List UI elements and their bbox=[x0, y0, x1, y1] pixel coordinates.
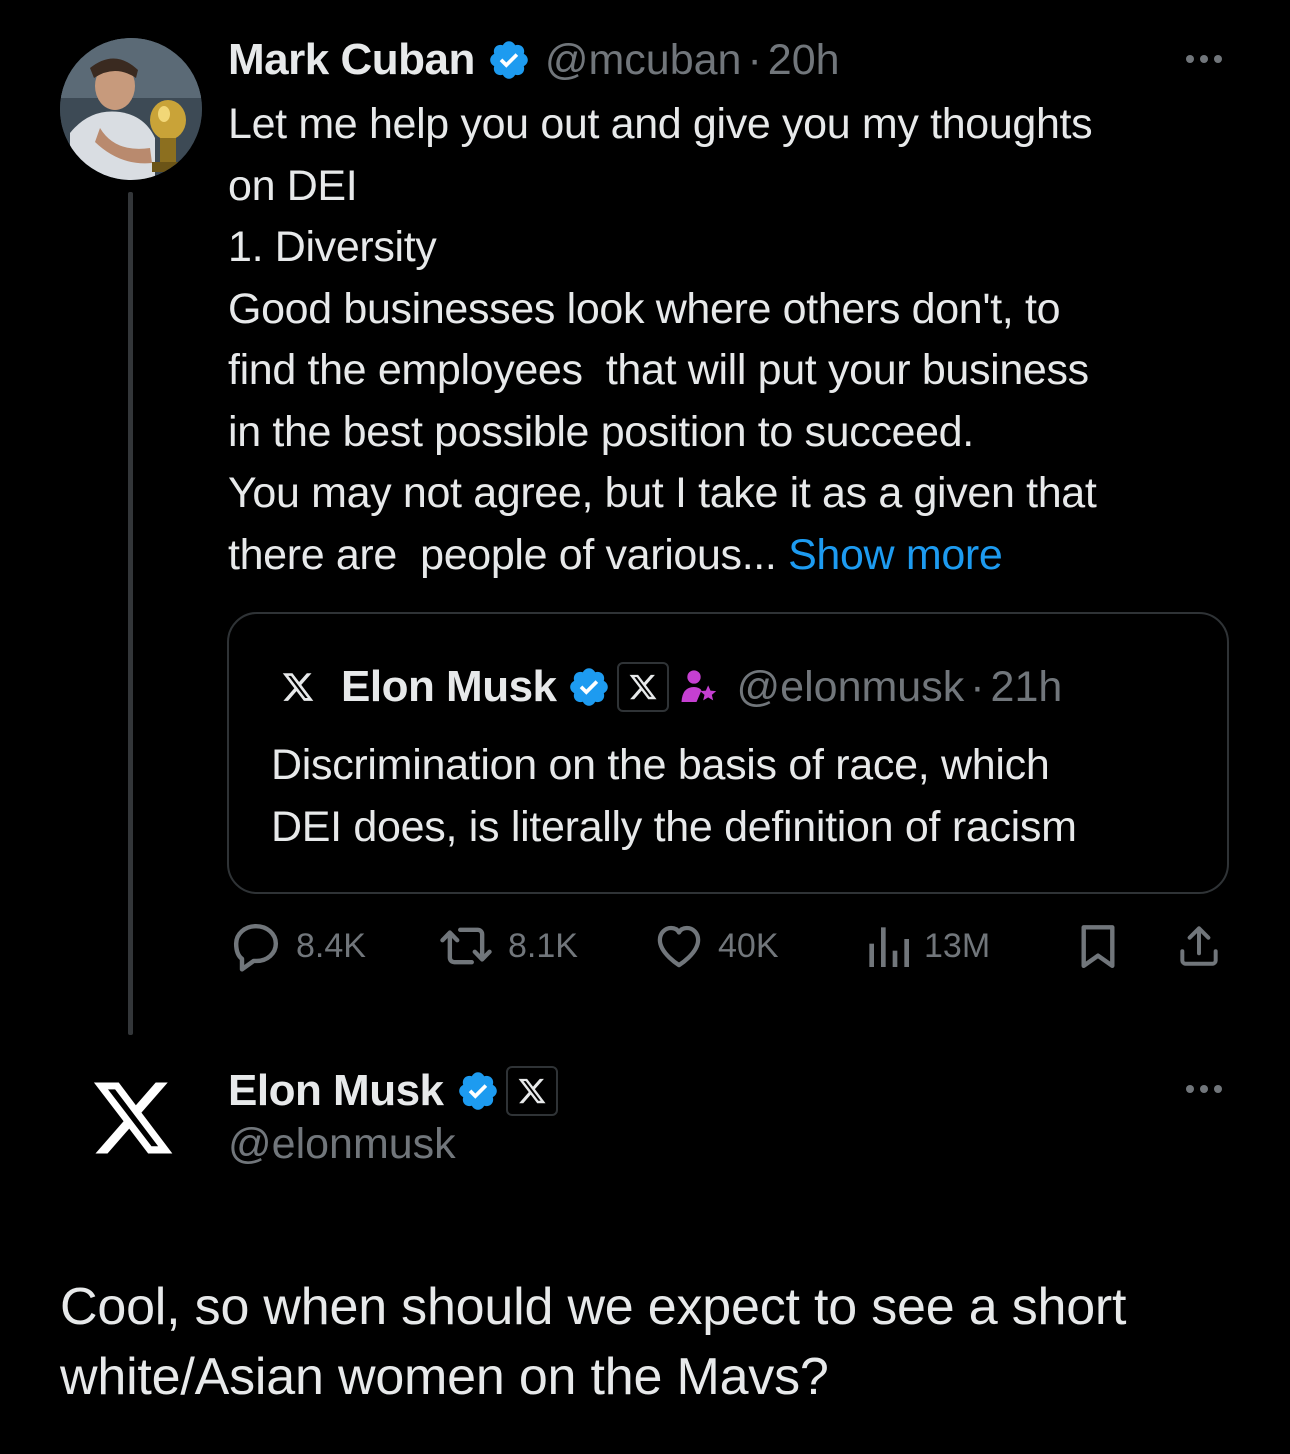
verified-badge-icon[interactable] bbox=[567, 665, 611, 709]
show-more-link[interactable]: Show more bbox=[788, 531, 1003, 579]
tweet-text-line-last: there are people of various... Show more bbox=[228, 525, 1238, 587]
quoted-tweet-text: Discrimination on the basis of race, whi… bbox=[271, 734, 1211, 858]
quoted-tweet-timestamp[interactable]: 21h bbox=[991, 663, 1063, 712]
person-star-icon[interactable] bbox=[679, 667, 719, 707]
avatar-mark-cuban[interactable] bbox=[60, 38, 202, 180]
author-name[interactable]: Mark Cuban bbox=[228, 35, 475, 85]
tweet-text-line: on DEI bbox=[228, 161, 358, 210]
quoted-author-handle[interactable]: @elonmusk bbox=[737, 663, 965, 712]
tweet-text: Let me help you out and give you my thou… bbox=[228, 94, 1238, 586]
quoted-text-line: DEI does, is literally the definition of… bbox=[271, 803, 1077, 851]
x-logo-icon bbox=[282, 673, 314, 701]
reply-text-line: Cool, so when should we expect to see a … bbox=[60, 1278, 1127, 1336]
speech-bubble-icon bbox=[233, 923, 279, 972]
avatar-x-logo[interactable] bbox=[88, 1078, 178, 1158]
share-upload-icon bbox=[1180, 926, 1218, 966]
tweet-text-line: You may not agree, but I take it as a gi… bbox=[228, 469, 1097, 517]
tweet-thread-screen: Mark Cuban @mcuban · 20h Let me help you… bbox=[0, 0, 1290, 1454]
bookmark-button[interactable] bbox=[1076, 918, 1120, 974]
reply-author-name[interactable]: Elon Musk bbox=[228, 1066, 444, 1116]
avatar-photo bbox=[60, 38, 202, 180]
verified-badge-icon[interactable] bbox=[487, 38, 531, 82]
tweet-header: Mark Cuban @mcuban · 20h bbox=[228, 30, 840, 90]
x-affiliate-badge[interactable] bbox=[505, 1066, 558, 1116]
share-button[interactable] bbox=[1174, 918, 1224, 974]
meta-separator: · bbox=[747, 35, 762, 84]
tweet-text-tail: there are people of various... bbox=[228, 530, 789, 579]
views-button[interactable]: 13M bbox=[864, 918, 990, 974]
quoted-tweet-header: Elon Musk @elonmusk · 21h bbox=[281, 658, 1062, 716]
more-options-icon[interactable] bbox=[1182, 44, 1226, 74]
author-handle[interactable]: @mcuban bbox=[545, 36, 742, 85]
repost-button[interactable]: 8.1K bbox=[436, 918, 578, 974]
reply-author-handle[interactable]: @elonmusk bbox=[228, 1120, 456, 1169]
view-count: 13M bbox=[924, 926, 991, 965]
heart-icon bbox=[657, 925, 701, 968]
x-logo-icon bbox=[518, 1078, 546, 1104]
reply-count: 8.4K bbox=[296, 926, 366, 965]
more-options-icon[interactable] bbox=[1182, 1074, 1226, 1104]
quoted-text-line: Discrimination on the basis of race, whi… bbox=[271, 741, 1050, 789]
quoted-author-name[interactable]: Elon Musk bbox=[341, 662, 557, 712]
reply-button[interactable]: 8.4K bbox=[228, 918, 366, 974]
verified-badge-icon[interactable] bbox=[456, 1069, 500, 1113]
bar-chart-icon bbox=[869, 927, 909, 967]
x-logo-icon bbox=[629, 674, 657, 700]
bookmark-icon bbox=[1081, 925, 1115, 969]
meta-separator: · bbox=[970, 662, 985, 711]
quoted-tweet-card[interactable]: Elon Musk @elonmusk · 21h Discrimination… bbox=[227, 612, 1229, 894]
tweet-action-bar: 8.4K 8.1K 40K 13M bbox=[228, 918, 1228, 974]
x-affiliate-badge[interactable] bbox=[616, 662, 669, 712]
like-button[interactable]: 40K bbox=[652, 918, 779, 974]
tweet-text-line: in the best possible position to succeed… bbox=[228, 407, 974, 456]
reply-text-line: white/Asian women on the Mavs? bbox=[60, 1348, 829, 1406]
reply-header: Elon Musk bbox=[228, 1060, 558, 1122]
thread-connector-line bbox=[128, 192, 133, 1035]
tweet-text-line: 1. Diversity bbox=[228, 223, 437, 271]
tweet-text-line: Good businesses look where others don't,… bbox=[228, 284, 1061, 333]
repost-count: 8.1K bbox=[508, 926, 578, 965]
tweet-text-line: Let me help you out and give you my thou… bbox=[228, 100, 1093, 148]
x-logo-icon bbox=[93, 1082, 173, 1154]
tweet-timestamp[interactable]: 20h bbox=[768, 36, 840, 85]
reply-tweet-text: Cool, so when should we expect to see a … bbox=[60, 1272, 1240, 1412]
repost-icon bbox=[440, 927, 492, 965]
like-count: 40K bbox=[718, 926, 779, 965]
tweet-text-line: find the employees that will put your bu… bbox=[228, 346, 1089, 394]
